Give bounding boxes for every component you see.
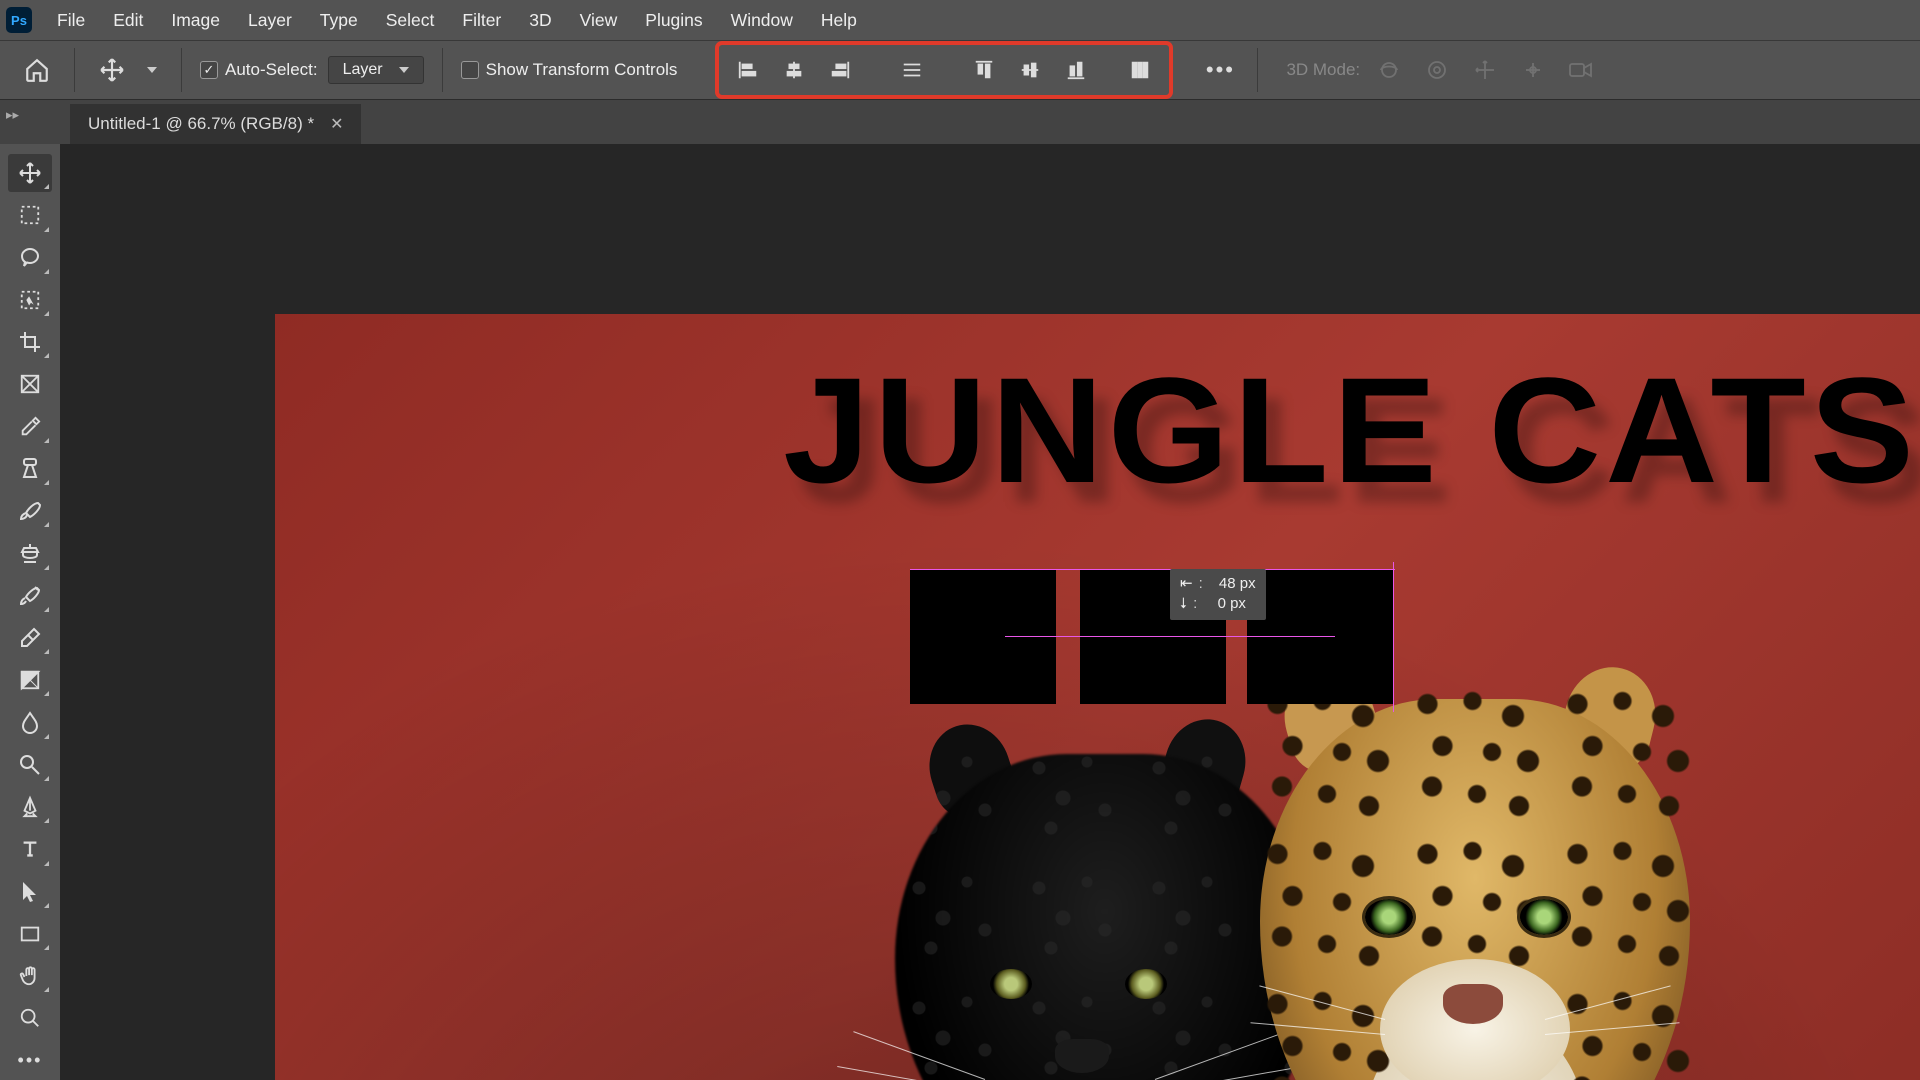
- pen-tool[interactable]: [8, 788, 52, 826]
- distribute-h-button[interactable]: [893, 51, 931, 89]
- 3d-orbit-icon: [1370, 51, 1408, 89]
- clone-stamp-tool[interactable]: [8, 534, 52, 572]
- canvas-viewport[interactable]: JUNGLE CATS JUNGLE CATS: [60, 144, 1920, 1080]
- title-text-layer[interactable]: JUNGLE CATS: [783, 344, 1918, 517]
- menu-layer[interactable]: Layer: [235, 6, 305, 35]
- history-brush-tool[interactable]: [8, 577, 52, 615]
- edit-toolbar-icon[interactable]: •••: [8, 1042, 52, 1080]
- checkbox-checked-icon: [200, 61, 218, 79]
- hand-tool[interactable]: [8, 957, 52, 995]
- path-selection-tool[interactable]: [8, 873, 52, 911]
- checkbox-unchecked-icon: [461, 61, 479, 79]
- more-options-button[interactable]: •••: [1201, 51, 1239, 89]
- smart-guide-top: [910, 569, 1395, 570]
- menu-window[interactable]: Window: [718, 6, 806, 35]
- frame-tool[interactable]: [8, 365, 52, 403]
- measure-y-value: 0 px: [1218, 594, 1246, 614]
- menu-image[interactable]: Image: [158, 6, 233, 35]
- tab-close-icon[interactable]: ✕: [330, 114, 343, 134]
- eraser-tool[interactable]: [8, 619, 52, 657]
- brush-tool[interactable]: [8, 492, 52, 530]
- expand-panels-icon[interactable]: ▸▸: [6, 107, 19, 123]
- menu-3d[interactable]: 3D: [516, 6, 564, 35]
- menu-filter[interactable]: Filter: [449, 6, 514, 35]
- artboard[interactable]: JUNGLE CATS JUNGLE CATS: [275, 314, 1920, 1080]
- gradient-tool[interactable]: [8, 661, 52, 699]
- document-tab-title: Untitled-1 @ 66.7% (RGB/8) *: [88, 114, 314, 134]
- menu-plugins[interactable]: Plugins: [632, 6, 715, 35]
- document-tab-bar: Untitled-1 @ 66.7% (RGB/8) * ✕: [0, 100, 1920, 144]
- auto-select-checkbox[interactable]: Auto-Select:: [200, 60, 318, 80]
- blur-tool[interactable]: [8, 703, 52, 741]
- smart-guide-right: [1393, 562, 1394, 712]
- show-transform-checkbox[interactable]: Show Transform Controls: [461, 60, 678, 80]
- 3d-mode-label: 3D Mode:: [1286, 60, 1360, 80]
- separator: [74, 48, 75, 92]
- separator: [1257, 48, 1258, 92]
- menu-bar: Ps File Edit Image Layer Type Select Fil…: [0, 0, 1920, 40]
- distribute-v-button[interactable]: [1121, 51, 1159, 89]
- eyedropper-tool[interactable]: [8, 408, 52, 446]
- document-tab[interactable]: Untitled-1 @ 66.7% (RGB/8) * ✕: [70, 104, 361, 144]
- separator: [181, 48, 182, 92]
- 3d-pan-icon: [1466, 51, 1504, 89]
- align-bottom-button[interactable]: [1057, 51, 1095, 89]
- menu-select[interactable]: Select: [373, 6, 448, 35]
- menu-view[interactable]: View: [567, 6, 631, 35]
- type-tool[interactable]: [8, 830, 52, 868]
- auto-select-label: Auto-Select:: [225, 60, 318, 80]
- home-button[interactable]: [18, 51, 56, 89]
- menu-file[interactable]: File: [44, 6, 98, 35]
- 3d-roll-icon: [1418, 51, 1456, 89]
- app-logo-icon: Ps: [6, 7, 32, 33]
- menu-edit[interactable]: Edit: [100, 6, 156, 35]
- zoom-tool[interactable]: [8, 999, 52, 1037]
- arrow-left-icon: ⇤: [1180, 574, 1193, 594]
- crop-tool[interactable]: [8, 323, 52, 361]
- menu-help[interactable]: Help: [808, 6, 870, 35]
- measure-x-value: 48 px: [1219, 574, 1256, 594]
- separator: [442, 48, 443, 92]
- smart-guide-mid: [1005, 636, 1335, 637]
- tool-preset-chevron-icon[interactable]: [141, 51, 163, 89]
- marquee-tool[interactable]: [8, 196, 52, 234]
- align-controls-highlight: [715, 41, 1173, 99]
- chevron-down-icon: [399, 67, 409, 73]
- align-left-button[interactable]: [729, 51, 767, 89]
- object-selection-tool[interactable]: [8, 281, 52, 319]
- rectangle-tool[interactable]: [8, 915, 52, 953]
- align-vcenter-button[interactable]: [1011, 51, 1049, 89]
- auto-select-target-dropdown[interactable]: Layer: [328, 56, 424, 84]
- align-right-button[interactable]: [821, 51, 859, 89]
- move-tool[interactable]: [8, 154, 52, 192]
- dodge-tool[interactable]: [8, 746, 52, 784]
- measurement-tooltip: ⇤: 48 px ⭣: 0 px: [1170, 569, 1266, 620]
- tools-panel: •••: [0, 144, 60, 1080]
- menu-type[interactable]: Type: [307, 6, 371, 35]
- arrow-down-icon: ⭣: [1180, 594, 1187, 614]
- align-top-button[interactable]: [965, 51, 1003, 89]
- align-hcenter-button[interactable]: [775, 51, 813, 89]
- dropdown-value: Layer: [343, 61, 383, 79]
- show-transform-label: Show Transform Controls: [486, 60, 678, 80]
- 3d-slide-icon: [1514, 51, 1552, 89]
- lasso-tool[interactable]: [8, 239, 52, 277]
- ellipsis-icon: •••: [1206, 57, 1235, 83]
- 3d-camera-icon: [1562, 51, 1600, 89]
- healing-brush-tool[interactable]: [8, 450, 52, 488]
- move-tool-icon[interactable]: [93, 51, 131, 89]
- options-bar: Auto-Select: Layer Show Transform Contro…: [0, 40, 1920, 100]
